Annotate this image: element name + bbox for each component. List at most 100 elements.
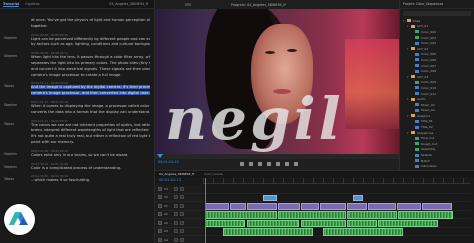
video-clip[interactable] (397, 203, 421, 210)
audio-clip[interactable] (323, 228, 403, 236)
timeline-timecode[interactable]: 00:01:02:13 (159, 178, 181, 182)
tab-sequence-grade[interactable]: Color_Grade (204, 172, 222, 176)
mute-icon[interactable] (174, 220, 178, 225)
eye-icon[interactable] (174, 186, 178, 191)
chevron-down-icon[interactable]: ▾ (407, 97, 410, 101)
video-clip[interactable] (205, 203, 229, 210)
video-clip[interactable] (353, 194, 363, 201)
transcript-block[interactable]: Stephen 00:01:24:06 - 00:01:24:20 Colors e… (0, 149, 154, 159)
transcript-block[interactable]: Stephen 00:01:30:12 - 00:01:31:08 Color is… (0, 162, 154, 172)
play-icon[interactable] (267, 162, 271, 166)
chevron-down-icon[interactable]: ▾ (407, 114, 410, 118)
monitor-timecode[interactable]: 00:01:02:13 (158, 160, 179, 164)
video-clip[interactable] (263, 194, 277, 201)
track-lane[interactable] (203, 194, 471, 202)
program-monitor-title[interactable]: Program: 04_Angeles_SBINE94_ff (231, 3, 286, 7)
video-clip[interactable] (422, 203, 452, 210)
sync-lock-icon[interactable] (180, 203, 184, 208)
solo-icon[interactable] (180, 212, 184, 217)
export-frame-icon[interactable] (294, 162, 298, 166)
video-clip[interactable] (347, 203, 367, 210)
project-search-input[interactable] (403, 11, 471, 16)
mute-icon[interactable] (174, 229, 178, 234)
track-area[interactable] (203, 185, 471, 243)
transcript-line[interactable]: camera's image processor, and then conve… (31, 91, 150, 97)
chevron-down-icon[interactable]: ▾ (407, 131, 410, 135)
project-panel-title[interactable]: Project: Color_Sequences (403, 2, 443, 6)
transcript-block[interactable]: Stephen 00:00:20:28 - 00:00:20:30 Light ca… (0, 33, 154, 49)
transcript-line[interactable]: together. (31, 24, 150, 30)
transcript-line[interactable]: converts the data into a format that the… (31, 110, 150, 116)
transcript-block[interactable]: Tobias 00:00:51:11 - 00:00:54:08 And the i… (0, 81, 154, 97)
step-back-icon[interactable] (258, 162, 262, 166)
transcript-block[interactable]: Stephen 00:00:40:06 - 00:00:42:11 When lig… (0, 51, 154, 78)
program-monitor-video[interactable] (155, 9, 399, 154)
sync-lock-icon[interactable] (180, 186, 184, 191)
speaker-label[interactable]: Tobias (4, 84, 14, 88)
mark-in-icon[interactable] (240, 162, 244, 166)
transcript-line[interactable]: Color is a complicated process of unders… (31, 166, 150, 172)
timeline-playhead[interactable] (205, 178, 206, 243)
audio-clip[interactable] (301, 219, 346, 227)
video-clip[interactable] (368, 203, 396, 210)
transcript-line[interactable]: Colors exist only in our brains, so we c… (31, 153, 150, 159)
mute-icon[interactable] (174, 212, 178, 217)
transcript-body[interactable]: at once. You've got the physics of light… (0, 14, 154, 184)
speaker-label[interactable]: Tobias (4, 122, 14, 126)
lock-icon[interactable] (158, 212, 162, 217)
transcript-line[interactable]: at once. You've got the physics of light… (31, 18, 150, 24)
video-clip[interactable] (278, 203, 300, 210)
solo-icon[interactable] (180, 220, 184, 225)
track-lane[interactable] (203, 219, 471, 228)
audio-clip[interactable] (347, 219, 377, 227)
speaker-label[interactable]: Stephen (4, 103, 17, 107)
solo-icon[interactable] (180, 237, 184, 242)
audio-clip[interactable] (205, 211, 277, 219)
speaker-label[interactable]: Tobias (4, 177, 14, 181)
audio-clip[interactable] (205, 219, 245, 227)
transcript-line[interactable]: camera's image processor to create a ful… (31, 73, 150, 79)
mute-icon[interactable] (174, 237, 178, 242)
insert-icon[interactable] (285, 162, 289, 166)
audio-clip[interactable] (378, 219, 438, 227)
video-clip[interactable] (320, 203, 346, 210)
lock-icon[interactable] (158, 229, 162, 234)
track-lane[interactable] (203, 228, 471, 236)
lock-icon[interactable] (158, 220, 162, 225)
chevron-down-icon[interactable]: ▾ (403, 19, 406, 23)
video-clip[interactable] (247, 203, 277, 210)
mark-out-icon[interactable] (249, 162, 253, 166)
speaker-label[interactable]: Stephen (4, 165, 17, 169)
timeline-ruler[interactable] (203, 178, 471, 184)
lock-icon[interactable] (158, 237, 162, 242)
tab-sequence-main[interactable]: 04_Angeles_SBINE94_ff (159, 172, 194, 176)
eye-icon[interactable] (174, 195, 178, 200)
chevron-down-icon[interactable]: ▾ (407, 75, 410, 79)
speaker-label[interactable]: Stephen (4, 36, 17, 40)
eye-icon[interactable] (174, 203, 178, 208)
audio-clip[interactable] (247, 219, 299, 227)
video-clip[interactable] (230, 203, 246, 210)
transcript-block[interactable]: Tobias 00:01:12:11 - 00:01:16:21 The color… (0, 119, 154, 146)
lock-icon[interactable] (158, 195, 162, 200)
transcript-line[interactable]: by factors such as age, lighting, condit… (31, 42, 150, 48)
solo-icon[interactable] (180, 229, 184, 234)
monitor-playhead-icon[interactable] (157, 154, 163, 158)
monitor-scrub-bar[interactable] (155, 154, 399, 159)
lock-icon[interactable] (158, 203, 162, 208)
speaker-label[interactable]: Stephen (4, 152, 17, 156)
tab-transcript[interactable]: Transcript (3, 2, 20, 7)
lock-icon[interactable] (158, 186, 162, 191)
chevron-down-icon[interactable]: ▾ (407, 47, 410, 51)
chevron-down-icon[interactable]: ▾ (407, 24, 410, 28)
audio-clip[interactable] (278, 211, 346, 219)
transcript-block[interactable]: at once. You've got the physics of light… (0, 14, 154, 30)
step-forward-icon[interactable] (276, 162, 280, 166)
speaker-label[interactable]: Stephen (4, 54, 17, 58)
track-lane[interactable] (203, 211, 471, 219)
audio-clip[interactable] (398, 211, 453, 219)
tab-captions[interactable]: Captions (25, 2, 39, 6)
transcript-block[interactable]: Tobias 00:01:34:00 - 00:01:35:10 ...which … (0, 174, 154, 184)
transcript-line[interactable]: paint with our memory. (31, 140, 150, 146)
track-lane[interactable] (203, 185, 471, 194)
